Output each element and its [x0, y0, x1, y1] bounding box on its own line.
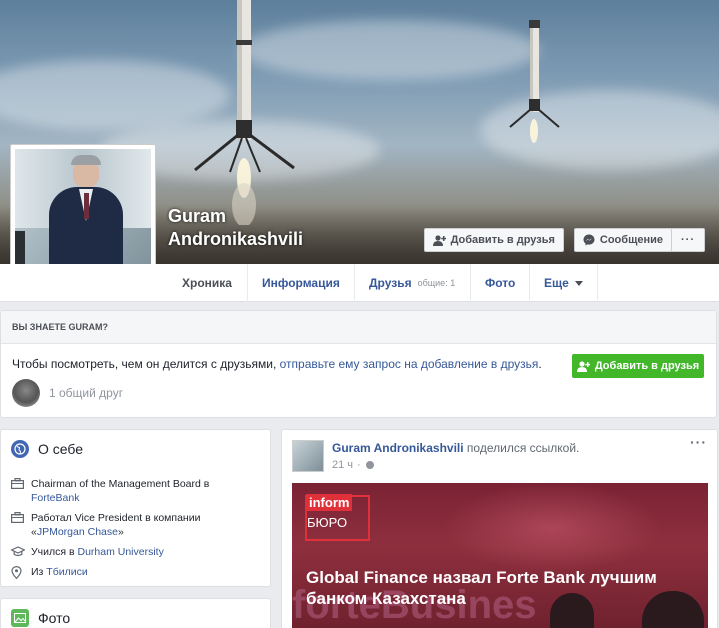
mutual-friend-label[interactable]: 1 общий друг — [49, 386, 123, 400]
tab-friends[interactable]: Друзья общие: 1 — [354, 264, 469, 302]
about-education: Учился в Durham University — [10, 545, 164, 561]
add-friend-icon — [432, 234, 446, 246]
post-author-avatar[interactable] — [292, 440, 324, 472]
rocket-booster-left — [194, 0, 295, 225]
message-button[interactable]: Сообщение — [573, 228, 672, 252]
know-user-title: ВЫ ЗНАЕТЕ GURAM? — [1, 311, 716, 344]
news-headline[interactable]: Global Finance назвал Forte Bank лучшим … — [306, 567, 702, 609]
rocket-booster-right — [509, 20, 560, 143]
know-user-text-end: . — [538, 357, 542, 371]
about-hometown: Из Тбилиси — [11, 565, 88, 583]
inform-logo-top: inform — [306, 494, 353, 511]
globe-icon — [365, 461, 374, 469]
mutual-friends-count: общие: 1 — [417, 278, 456, 288]
know-user-card: ВЫ ЗНАЕТЕ GURAM? Чтобы посмотреть, чем о… — [0, 310, 717, 418]
about-hometown-text: Из — [31, 566, 47, 578]
profile-name[interactable]: Guram Andronikashvili — [168, 205, 303, 251]
photos-card: Фото — [0, 598, 271, 628]
post-author-name[interactable]: Guram Andronikashvili — [332, 441, 464, 455]
tab-about-label: Информация — [262, 276, 340, 290]
person-tie — [84, 193, 89, 219]
send-request-link[interactable]: отправьте ему запрос на добавление в дру… — [280, 357, 539, 371]
about-work-past: Работал Vice President в компании «JPMor… — [11, 511, 200, 539]
photo-icon — [11, 609, 29, 627]
profile-navigation: Хроника Информация Друзья общие: 1 Фото … — [0, 264, 719, 302]
chevron-down-icon — [574, 280, 583, 286]
quote-close: » — [117, 526, 124, 538]
photos-title[interactable]: Фото — [38, 610, 70, 626]
light-glow — [442, 483, 662, 573]
briefcase-icon — [11, 477, 25, 505]
add-friend-label: Добавить в друзья — [450, 234, 555, 246]
message-label: Сообщение — [599, 234, 663, 246]
person-hair — [71, 155, 101, 165]
post-meta: 21 ч · — [332, 459, 374, 471]
post-options-button[interactable]: ··· — [690, 434, 707, 450]
about-work-current-text: Chairman of the Management Board в — [31, 478, 210, 490]
fortebank-link[interactable]: ForteBank — [31, 492, 79, 504]
about-education-text: Учился в — [31, 546, 78, 558]
profile-name-last[interactable]: Andronikashvili — [168, 228, 303, 251]
inform-logo-bottom: БЮРО — [307, 515, 348, 530]
add-friend-green-button[interactable]: Добавить в друзья — [572, 354, 704, 378]
mutual-friend[interactable]: 1 общий друг — [12, 379, 123, 407]
tab-timeline-label: Хроника — [182, 276, 232, 290]
jpmorgan-link[interactable]: JPMorgan Chase — [37, 526, 118, 538]
shared-link-post: Guram Andronikashvili поделился ссылкой.… — [281, 429, 718, 628]
messenger-icon — [583, 234, 595, 246]
profile-photo — [15, 149, 151, 281]
about-title: О себе — [38, 441, 84, 457]
graduation-cap-icon — [10, 545, 26, 561]
about-work-current: Chairman of the Management Board в Forte… — [11, 477, 209, 505]
link-preview-image[interactable]: forteBusines inform БЮРО Global Finance … — [292, 483, 708, 628]
tab-more-label: Еще — [544, 276, 569, 290]
profile-name-first[interactable]: Guram — [168, 205, 303, 228]
add-friend-green-label: Добавить в друзья — [594, 360, 700, 372]
cover-actions: Добавить в друзья Сообщение ··· — [423, 228, 705, 252]
know-user-text: Чтобы посмотреть, чем он делится с друзь… — [12, 357, 542, 371]
add-friend-button[interactable]: Добавить в друзья — [423, 228, 564, 252]
more-options-button[interactable]: ··· — [672, 228, 705, 252]
about-card-header: О себе — [1, 430, 270, 468]
tbilisi-link[interactable]: Тбилиси — [46, 566, 87, 578]
tab-photos[interactable]: Фото — [470, 264, 529, 302]
mutual-friend-avatar[interactable] — [12, 379, 40, 407]
post-timestamp[interactable]: 21 ч — [332, 459, 353, 471]
post-header: Guram Andronikashvili поделился ссылкой. — [332, 441, 579, 455]
tab-about[interactable]: Информация — [247, 264, 354, 302]
add-friend-icon — [576, 360, 590, 372]
briefcase-icon — [11, 511, 25, 539]
know-user-text-plain: Чтобы посмотреть, чем он делится с друзь… — [12, 357, 280, 371]
post-action: поделился ссылкой. — [463, 441, 580, 455]
durham-link[interactable]: Durham University — [77, 546, 163, 558]
photos-card-header: Фото — [1, 599, 270, 628]
tab-more[interactable]: Еще — [529, 264, 598, 302]
about-card: О себе Chairman of the Management Board … — [0, 429, 271, 587]
about-work-past-text: Работал Vice President в компании — [31, 512, 201, 524]
tab-timeline[interactable]: Хроника — [168, 264, 246, 302]
tab-friends-label: Друзья — [369, 276, 412, 290]
location-pin-icon — [11, 565, 25, 583]
globe-icon — [11, 440, 29, 458]
tab-photos-label: Фото — [485, 276, 516, 290]
message-group: Сообщение ··· — [573, 228, 705, 252]
